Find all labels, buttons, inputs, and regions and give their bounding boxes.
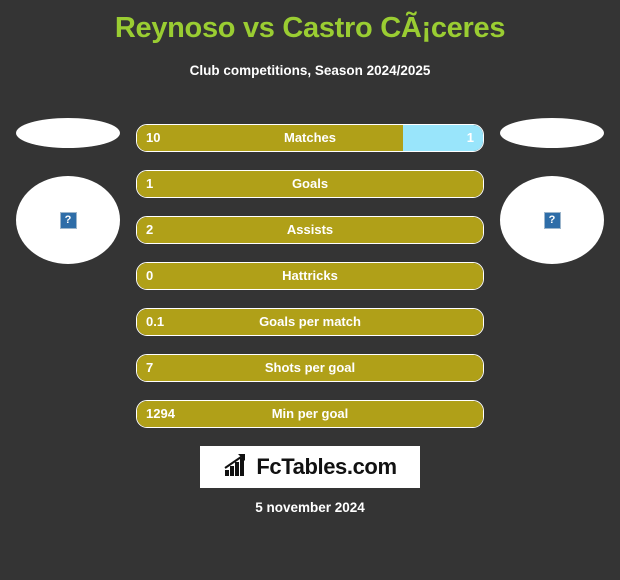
stat-label: Goals (291, 176, 329, 191)
fctables-logo-text: FcTables.com (256, 454, 397, 479)
stat-row-min-per-goal: 1294 Min per goal (136, 400, 484, 428)
stat-bars-list: 10 Matches 1 1 Goals 2 Assists 0 Hattric… (136, 124, 484, 446)
stat-row-matches: 10 Matches 1 (136, 124, 484, 152)
stat-row-goals-per-match: 0.1 Goals per match (136, 308, 484, 336)
stat-label: Matches (283, 130, 337, 145)
away-player-photo: ? (500, 176, 604, 264)
stat-row-assists: 2 Assists (136, 216, 484, 244)
away-flag-image (500, 118, 604, 148)
broken-image-icon: ? (59, 211, 77, 229)
page-subtitle: Club competitions, Season 2024/2025 (189, 63, 431, 78)
home-player-panel: ? (8, 118, 128, 264)
header: Reynoso vs Castro CÃ¡ceres Club competit… (0, 0, 620, 80)
stat-label: Assists (286, 222, 334, 237)
page-title: Reynoso vs Castro CÃ¡ceres (114, 12, 506, 44)
home-player-photo: ? (16, 176, 120, 264)
away-value: 1 (466, 130, 474, 145)
away-player-panel: ? (492, 118, 612, 264)
bar-chart-arrow-icon (223, 453, 251, 482)
stat-label: Shots per goal (264, 360, 356, 375)
stat-label: Goals per match (259, 314, 361, 329)
fctables-logo[interactable]: FcTables.com (200, 446, 420, 488)
stat-row-goals: 1 Goals (136, 170, 484, 198)
stat-label: Min per goal (271, 406, 349, 421)
stat-row-hattricks: 0 Hattricks (136, 262, 484, 290)
snapshot-date: 5 november 2024 (255, 500, 365, 515)
stat-label: Hattricks (282, 268, 338, 283)
stat-row-shots-per-goal: 7 Shots per goal (136, 354, 484, 382)
home-flag-image (16, 118, 120, 148)
broken-image-icon: ? (543, 211, 561, 229)
